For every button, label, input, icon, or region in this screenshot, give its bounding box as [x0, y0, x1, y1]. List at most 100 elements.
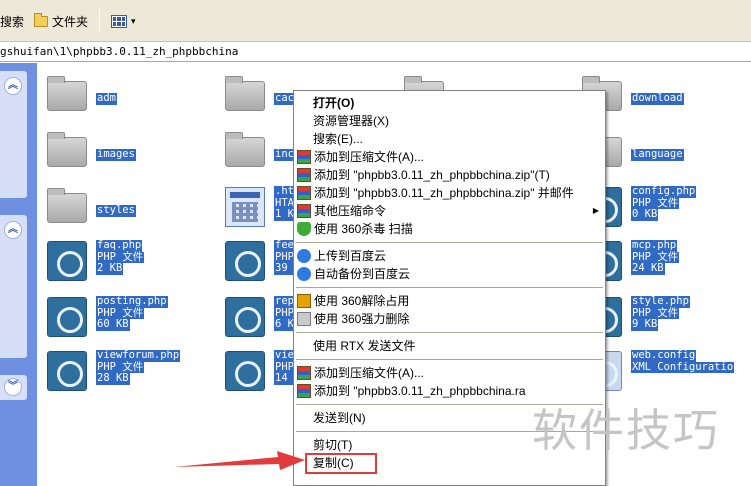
menu-label: 其他压缩命令 — [314, 204, 387, 218]
file-item[interactable]: report.php PHP 文件 6 KB — [215, 293, 340, 349]
toolbar-divider — [99, 9, 100, 33]
menu-item-360-force-delete[interactable]: 使用 360强力删除 — [294, 310, 605, 328]
file-name: style.php — [631, 295, 690, 308]
file-item[interactable]: viewonline.php PHP 文件 14 KB — [215, 347, 365, 403]
file-name: faq.php — [96, 239, 143, 252]
menu-item-explorer[interactable]: 资源管理器(X) — [294, 112, 605, 130]
file-size: 28 KB — [96, 372, 130, 385]
winrar-icon — [297, 384, 311, 398]
baidu-cloud-icon — [297, 267, 311, 281]
menu-label: 发送到(N) — [313, 411, 366, 425]
menu-item-360-unlock[interactable]: 使用 360解除占用 — [294, 292, 605, 310]
address-path: gshuifan\1\phpbb3.0.11_zh_phpbbchina — [0, 45, 239, 58]
search-button[interactable]: 搜索 — [0, 11, 24, 31]
folders-label: 文件夹 — [52, 14, 89, 29]
php-file-icon — [47, 241, 87, 281]
search-label: 搜索 — [0, 14, 25, 29]
menu-item-add-archive-rar[interactable]: 添加到压缩文件(A)... — [294, 364, 605, 382]
file-item[interactable]: .htaccess HTACCESS 1 KB — [215, 183, 333, 239]
php-file-icon — [47, 351, 87, 391]
views-button[interactable]: ▾ — [108, 11, 139, 31]
file-item[interactable]: cache — [215, 71, 308, 127]
menu-label: 自动备份到百度云 — [314, 267, 411, 281]
menu-separator — [296, 287, 603, 288]
folder-icon — [47, 76, 87, 111]
menu-label: 上传到百度云 — [314, 249, 387, 263]
winrar-icon — [297, 150, 311, 164]
file-item[interactable]: includes — [215, 127, 327, 183]
file-name: adm — [96, 92, 117, 105]
php-file-icon — [47, 297, 87, 337]
folder-icon — [47, 132, 87, 167]
menu-item-upload-baidu[interactable]: 上传到百度云 — [294, 247, 605, 265]
php-file-icon — [225, 351, 265, 391]
menu-label: 使用 360强力删除 — [314, 312, 410, 326]
menu-separator — [296, 359, 603, 360]
folder-icon — [225, 132, 265, 167]
submenu-arrow-icon: ▶ — [592, 206, 599, 215]
file-name: posting.php — [96, 295, 168, 308]
file-item[interactable]: posting.php PHP 文件 60 KB — [37, 293, 217, 349]
unlock-icon — [297, 294, 311, 308]
menu-item-open[interactable]: 打开(O) — [294, 94, 605, 112]
file-name: web.config — [631, 349, 697, 362]
360-shield-icon — [297, 222, 311, 236]
winrar-icon — [297, 186, 311, 200]
menu-label: 使用 RTX 发送文件 — [313, 339, 416, 353]
file-item[interactable]: adm — [37, 71, 217, 127]
collapse-chevron-icon[interactable]: ︽ — [4, 77, 22, 95]
task-group-1: ︽ — [0, 71, 27, 198]
task-group-2: ︽ — [0, 215, 27, 358]
file-type: XML Configuratio — [631, 360, 735, 373]
task-pane: ︽ ︽ ︾ — [0, 63, 37, 486]
menu-item-add-to-zip[interactable]: 添加到 "phpbb3.0.11_zh_phpbbchina.zip"(T) — [294, 166, 605, 184]
menu-label: 打开(O) — [313, 96, 355, 110]
menu-item-rtx-send[interactable]: 使用 RTX 发送文件 — [294, 337, 605, 355]
menu-item-add-zip-email[interactable]: 添加到 "phpbb3.0.11_zh_phpbbchina.zip" 并邮件 — [294, 184, 605, 202]
red-arrow-icon — [174, 451, 305, 470]
file-name: download — [631, 92, 684, 105]
file-name: viewforum.php — [96, 349, 181, 362]
file-item[interactable]: styles — [37, 183, 217, 239]
menu-label: 添加到 "phpbb3.0.11_zh_phpbbchina.zip" 并邮件 — [314, 186, 574, 200]
winrar-icon — [297, 366, 311, 380]
file-name: mcp.php — [631, 239, 678, 252]
file-name: styles — [96, 204, 136, 217]
menu-label: 使用 360解除占用 — [314, 294, 410, 308]
file-item[interactable]: viewforum.php PHP 文件 28 KB — [37, 347, 217, 403]
collapse-chevron-icon[interactable]: ︽ — [4, 221, 22, 239]
file-size: 60 KB — [96, 318, 130, 331]
menu-label: 资源管理器(X) — [313, 114, 389, 128]
menu-label: 添加到 "phpbb3.0.11_zh_phpbbchina.ra — [314, 384, 526, 398]
file-size: 2 KB — [96, 262, 124, 275]
chevron-down-icon: ▾ — [131, 15, 136, 26]
folder-icon — [47, 188, 87, 223]
file-name: language — [631, 148, 684, 161]
task-group-3: ︾ — [0, 375, 27, 400]
menu-item-backup-baidu[interactable]: 自动备份到百度云 — [294, 265, 605, 283]
shredder-icon — [297, 312, 311, 326]
winrar-icon — [297, 204, 311, 218]
menu-item-search[interactable]: 搜索(E)... — [294, 130, 605, 148]
menu-item-add-to-rar[interactable]: 添加到 "phpbb3.0.11_zh_phpbbchina.ra — [294, 382, 605, 400]
system-file-icon — [225, 187, 265, 227]
php-file-icon — [225, 297, 265, 337]
baidu-cloud-icon — [297, 249, 311, 263]
file-item[interactable]: faq.php PHP 文件 2 KB — [37, 237, 217, 293]
file-item[interactable]: feed.php PHP 文件 39 KB — [215, 237, 327, 293]
folder-icon — [34, 12, 48, 27]
file-name: images — [96, 148, 136, 161]
winrar-icon — [297, 168, 311, 182]
expand-chevron-icon[interactable]: ︾ — [4, 378, 22, 396]
address-bar[interactable]: gshuifan\1\phpbb3.0.11_zh_phpbbchina — [0, 42, 751, 62]
folders-button[interactable]: 文件夹 — [34, 11, 88, 31]
views-icon — [111, 14, 127, 28]
menu-item-360-scan[interactable]: 使用 360杀毒 扫描 — [294, 220, 605, 238]
menu-separator — [296, 332, 603, 333]
menu-item-add-archive[interactable]: 添加到压缩文件(A)... — [294, 148, 605, 166]
file-size: 24 KB — [631, 262, 665, 275]
file-item[interactable]: images — [37, 127, 217, 183]
menu-label: 添加到压缩文件(A)... — [314, 150, 424, 164]
toolbar: 搜索 文件夹 ▾ — [0, 0, 751, 42]
menu-item-other-commands[interactable]: 其他压缩命令 ▶ — [294, 202, 605, 220]
